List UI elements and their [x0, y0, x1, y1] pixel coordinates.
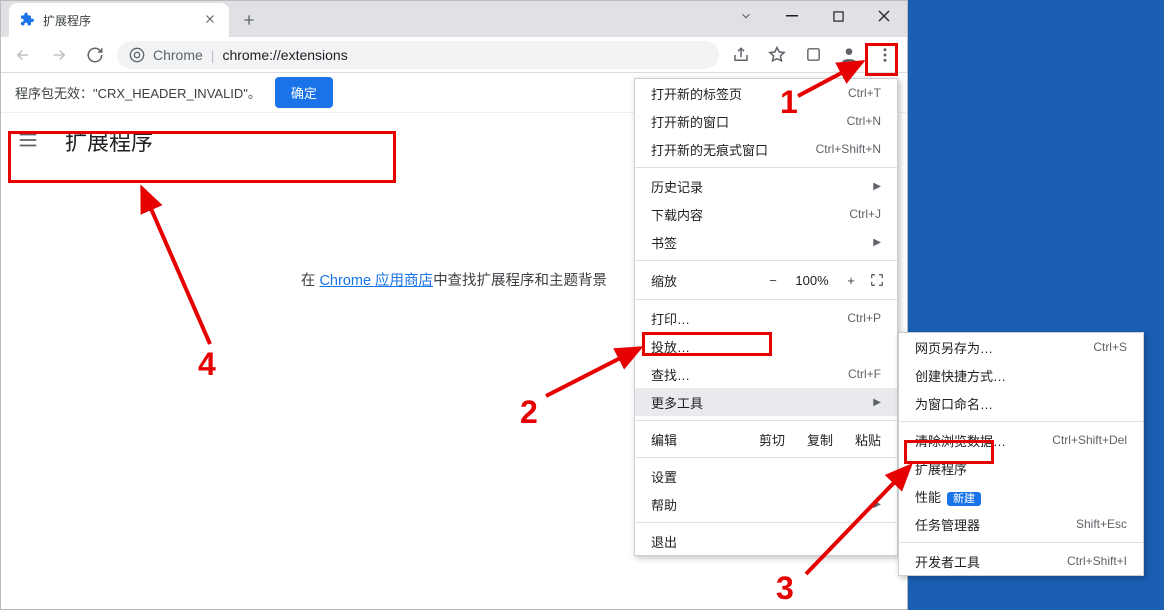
menu-help[interactable]: 帮助▶	[635, 490, 897, 518]
chevron-right-icon: ▶	[873, 499, 881, 510]
forward-button[interactable]	[45, 41, 73, 69]
reload-button[interactable]	[81, 41, 109, 69]
submenu-task-manager[interactable]: 任务管理器Shift+Esc	[899, 510, 1143, 538]
window-close[interactable]	[861, 1, 907, 31]
address-separator: |	[211, 47, 215, 63]
back-button[interactable]	[9, 41, 37, 69]
tab-title: 扩展程序	[43, 12, 203, 29]
chrome-main-menu: 打开新的标签页Ctrl+T 打开新的窗口Ctrl+N 打开新的无痕式窗口Ctrl…	[634, 78, 898, 556]
zoom-out-button[interactable]: −	[761, 273, 785, 288]
chevron-right-icon: ▶	[873, 237, 881, 248]
annotation-box-ext-header	[8, 131, 396, 183]
confirm-button[interactable]: 确定	[275, 77, 333, 108]
active-tab[interactable]: 扩展程序	[9, 3, 229, 37]
zoom-value: 100%	[791, 273, 833, 288]
zoom-in-button[interactable]: +	[839, 273, 863, 288]
menu-history[interactable]: 历史记录▶	[635, 172, 897, 200]
menu-exit[interactable]: 退出	[635, 527, 897, 555]
titlebar: 扩展程序	[1, 1, 907, 37]
chevron-right-icon: ▶	[873, 181, 881, 192]
menu-new-window[interactable]: 打开新的窗口Ctrl+N	[635, 107, 897, 135]
extension-icon	[19, 12, 35, 28]
menu-find[interactable]: 查找…Ctrl+F	[635, 360, 897, 388]
address-bar[interactable]: Chrome | chrome://extensions	[117, 41, 719, 69]
tab-close-icon[interactable]	[203, 12, 219, 28]
profile-avatar-icon[interactable]	[835, 41, 863, 69]
address-path: chrome://extensions	[222, 47, 347, 63]
edit-copy[interactable]: 复制	[807, 430, 833, 449]
address-origin: Chrome	[153, 47, 203, 63]
annotation-box-more-tools	[642, 332, 772, 356]
menu-print[interactable]: 打印…Ctrl+P	[635, 304, 897, 332]
body-suffix: 中查找扩展程序和主题背景	[433, 273, 607, 289]
edit-paste[interactable]: 粘贴	[855, 430, 881, 449]
body-prefix: 在	[301, 273, 320, 289]
window-dropdown[interactable]	[723, 1, 769, 31]
fullscreen-icon[interactable]	[869, 272, 885, 288]
submenu-performance[interactable]: 性能新建	[899, 482, 1143, 510]
toolbar: Chrome | chrome://extensions	[1, 37, 907, 73]
bookmark-star-icon[interactable]	[763, 41, 791, 69]
menu-more-tools[interactable]: 更多工具▶	[635, 388, 897, 416]
submenu-name-window[interactable]: 为窗口命名…	[899, 389, 1143, 417]
annotation-box-kebab	[865, 43, 898, 76]
chevron-right-icon: ▶	[873, 397, 881, 408]
menu-settings[interactable]: 设置	[635, 462, 897, 490]
submenu-create-shortcut[interactable]: 创建快捷方式…	[899, 361, 1143, 389]
annotation-box-extensions-menu	[904, 440, 994, 464]
menu-downloads[interactable]: 下载内容Ctrl+J	[635, 200, 897, 228]
submenu-save-as[interactable]: 网页另存为…Ctrl+S	[899, 333, 1143, 361]
web-store-link[interactable]: Chrome 应用商店	[319, 273, 433, 289]
edit-cut[interactable]: 剪切	[759, 430, 785, 449]
menu-incognito[interactable]: 打开新的无痕式窗口Ctrl+Shift+N	[635, 135, 897, 163]
menu-new-tab[interactable]: 打开新的标签页Ctrl+T	[635, 79, 897, 107]
submenu-dev-tools[interactable]: 开发者工具Ctrl+Shift+I	[899, 547, 1143, 575]
menu-edit-row: 编辑 剪切 复制 粘贴	[635, 425, 897, 453]
infobar-message: 程序包无效："CRX_HEADER_INVALID"。	[15, 83, 261, 102]
new-tab-button[interactable]	[235, 6, 263, 34]
window-controls	[723, 1, 907, 31]
extensions-puzzle-icon[interactable]	[799, 41, 827, 69]
menu-bookmarks[interactable]: 书签▶	[635, 228, 897, 256]
window-minimize[interactable]	[769, 1, 815, 31]
chrome-logo-icon	[129, 47, 145, 63]
menu-zoom-row: 缩放 − 100% +	[635, 265, 897, 295]
window-maximize[interactable]	[815, 1, 861, 31]
share-icon[interactable]	[727, 41, 755, 69]
